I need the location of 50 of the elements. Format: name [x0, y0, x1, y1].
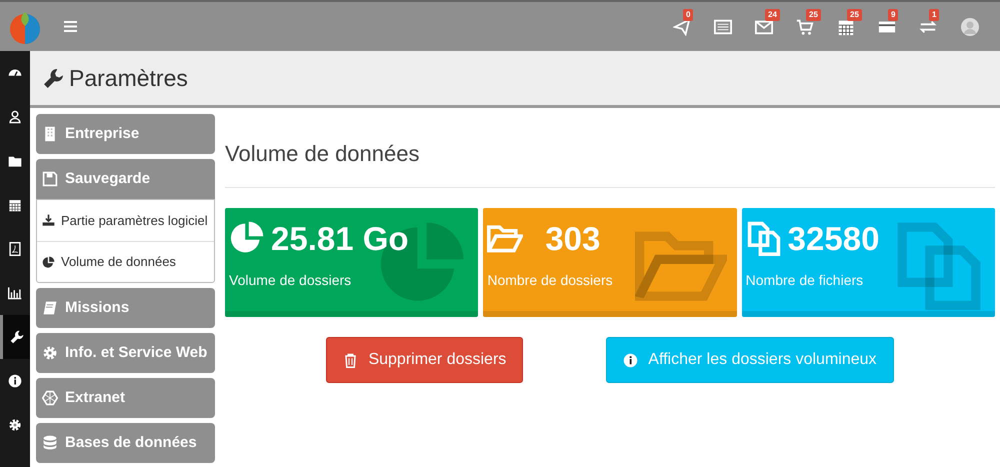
user-icon — [8, 110, 22, 124]
hexagon-icon — [42, 390, 58, 406]
logo-icon — [8, 10, 42, 44]
count-badge: 0 — [683, 8, 694, 20]
menu-icon[interactable] — [64, 21, 77, 32]
section-title: Volume de données — [225, 108, 995, 188]
calendar-icon — [8, 198, 22, 212]
settings-icon — [42, 345, 58, 361]
stat-label: Nombre de fichiers — [744, 271, 864, 290]
count-badge: 25 — [806, 8, 821, 20]
nav-item[interactable] — [0, 315, 30, 359]
show-button[interactable]: Afficher les dossiers volumineux — [606, 337, 894, 383]
stat-value: 32580 — [788, 222, 880, 254]
document-icon — [8, 242, 22, 256]
delete-button[interactable]: Supprimer dossiers — [326, 337, 524, 383]
trash-icon — [343, 352, 358, 368]
info-icon — [623, 352, 638, 368]
database-icon — [42, 435, 58, 451]
count-badge: 9 — [888, 8, 898, 20]
menu-section[interactable]: Entreprise — [36, 114, 215, 154]
count-badge: 25 — [847, 8, 862, 20]
info-icon — [8, 374, 22, 388]
menu-section[interactable]: Extranet — [36, 378, 215, 418]
list-icon[interactable] — [714, 18, 732, 36]
stat-label: Volume de dossiers — [228, 271, 352, 290]
count-badge: 1 — [929, 8, 940, 20]
stat-value: 303 — [545, 222, 600, 254]
submenu-item[interactable]: Partie paramètres logiciel — [37, 200, 214, 241]
bar-chart-icon — [8, 286, 22, 300]
pie-chart-icon — [42, 256, 55, 268]
menu-section[interactable]: Info. et Service Web — [36, 333, 215, 373]
wrench-icon — [43, 68, 64, 88]
folder-icon — [8, 154, 22, 168]
cart-icon[interactable] — [796, 18, 814, 36]
menu-section[interactable]: Bases de données — [36, 423, 215, 463]
page-title: Paramètres — [69, 64, 188, 93]
download-icon — [42, 214, 55, 227]
settings-icon — [8, 418, 22, 432]
wrench-icon — [10, 330, 24, 344]
files-icon — [746, 220, 782, 256]
submenu-item[interactable]: Volume de données — [37, 241, 214, 282]
menu-section[interactable]: Missions — [36, 288, 215, 328]
stat-label: Nombre de dossiers — [486, 271, 614, 290]
count-badge: 24 — [765, 8, 780, 20]
menu-section[interactable]: Sauvegarde — [36, 159, 215, 199]
book-icon — [42, 300, 58, 316]
calendar-icon[interactable] — [837, 18, 855, 36]
envelope-icon[interactable] — [755, 18, 773, 36]
building-icon — [42, 126, 58, 142]
stat-value: 25.81 Go — [271, 222, 409, 254]
